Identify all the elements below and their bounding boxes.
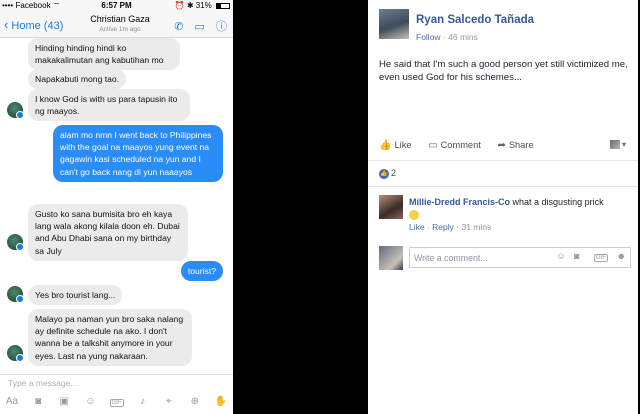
video-call-icon[interactable]: ▭ xyxy=(195,21,205,33)
gif-icon[interactable]: GIF xyxy=(109,396,125,408)
avatar xyxy=(609,140,620,150)
post-meta: Follow · 46 mins xyxy=(416,32,478,42)
comment-text: what a disgusting prick xyxy=(512,197,604,207)
avatar[interactable] xyxy=(7,286,24,303)
comment-tools: ☺ ◙ GIF ☻ xyxy=(550,251,626,263)
comment-like-link[interactable]: Like xyxy=(409,222,425,232)
message-bubble: Malayo pa naman yun bro saka nalang ay d… xyxy=(28,309,192,366)
like-count: 2 xyxy=(391,168,397,178)
post-timestamp[interactable]: 46 mins xyxy=(448,32,478,42)
sticker-icon[interactable]: ☺ xyxy=(82,396,98,408)
gallery-icon[interactable]: ▣ xyxy=(56,396,72,408)
ios-status-bar: •••• Facebook ⌔ 6:57 PM ⏰ ✱ 31% xyxy=(0,0,233,12)
avatar[interactable] xyxy=(7,345,24,362)
phone-icon[interactable]: ✆ xyxy=(174,21,183,33)
active-status: Active 1m ago xyxy=(99,26,141,33)
more-icon[interactable]: ⊕ xyxy=(187,396,203,408)
like-reaction-icon: 👍 xyxy=(379,168,389,179)
facebook-post-panel: Ryan Salcedo Tañada Follow · 46 mins He … xyxy=(368,0,638,414)
contact-name: Christian Gaza xyxy=(90,14,150,24)
comment-author[interactable]: Millie-Dredd Francis-Co xyxy=(409,197,510,207)
chevron-left-icon: ‹ xyxy=(4,17,9,32)
comment-time[interactable]: 31 mins xyxy=(461,222,491,232)
bluetooth-icon: ✱ xyxy=(186,1,194,10)
alarm-icon: ⏰ xyxy=(174,1,185,10)
gif-icon[interactable]: GIF xyxy=(588,251,608,262)
post-as-selector[interactable]: ▾ xyxy=(609,140,626,150)
smile-emoji-icon xyxy=(409,209,419,220)
comment-reply-link[interactable]: Reply xyxy=(432,222,454,232)
thumbs-up-icon: 👍 xyxy=(379,140,392,151)
viewer-avatar xyxy=(379,246,403,270)
message-thread[interactable]: Hinding hinding hindi ko makakalimutan a… xyxy=(0,38,233,374)
location-icon[interactable]: ⌖ xyxy=(161,396,177,408)
battery-indicator: ⏰ ✱ 31% xyxy=(175,1,230,10)
messenger-panel: •••• Facebook ⌔ 6:57 PM ⏰ ✱ 31% ‹ Home (… xyxy=(0,0,233,414)
share-button[interactable]: ➦ Share xyxy=(497,140,533,151)
write-comment-input[interactable]: Write a comment... ☺ ◙ GIF ☻ xyxy=(409,247,631,268)
contact-info[interactable]: Christian Gaza Active 1m ago xyxy=(70,14,170,33)
post-author[interactable]: Ryan Salcedo Tañada xyxy=(416,14,534,26)
author-avatar[interactable] xyxy=(379,9,409,39)
avatar[interactable] xyxy=(7,102,24,119)
post-text: He said that I'm such a good person yet … xyxy=(379,59,628,83)
message-bubble: alam mo nmn I went back to Philippines w… xyxy=(53,125,223,182)
message-bubble: Yes bro tourist lang... xyxy=(28,285,123,306)
composer-toolbar: Aa ◙ ▣ ☺ GIF ♪ ⌖ ⊕ ✋ xyxy=(4,396,229,408)
comment-button[interactable]: ▭ Comment xyxy=(428,140,481,151)
camera-icon[interactable]: ◙ xyxy=(574,251,579,261)
share-icon: ➦ xyxy=(497,140,506,151)
like-button[interactable]: 👍 Like xyxy=(379,140,412,151)
commenter-avatar[interactable] xyxy=(379,195,403,219)
back-button[interactable]: ‹ Home (43) xyxy=(4,17,63,32)
header-actions: ✆ ▭ ⓘ xyxy=(166,18,227,34)
divider xyxy=(368,160,638,161)
message-bubble: Napakabuti mong tao. xyxy=(28,69,127,90)
reaction-summary[interactable]: 👍 2 xyxy=(379,168,396,179)
message-composer: Type a message... Aa ◙ ▣ ☺ GIF ♪ ⌖ ⊕ ✋ xyxy=(0,374,233,414)
follow-link[interactable]: Follow xyxy=(416,32,441,42)
message-bubble: tourist? xyxy=(180,261,223,282)
message-bubble: I know God is with us para tapusin ito n… xyxy=(28,89,190,122)
text-icon[interactable]: Aa xyxy=(4,396,20,408)
info-icon[interactable]: ⓘ xyxy=(216,21,227,33)
message-bubble: Hinding hinding hindi ko makakalimutan a… xyxy=(28,38,180,71)
sticker-icon[interactable]: ☻ xyxy=(617,251,626,261)
mic-icon[interactable]: ♪ xyxy=(135,396,151,408)
camera-icon[interactable]: ◙ xyxy=(30,396,46,408)
message-input[interactable]: Type a message... xyxy=(8,378,77,388)
comment-meta: Like · Reply · 31 mins xyxy=(409,222,492,232)
chevron-down-icon: ▾ xyxy=(621,140,626,149)
message-bubble: Gusto ko sana bumisita bro eh kaya lang … xyxy=(28,204,188,261)
post-actions: 👍 Like ▭ Comment ➦ Share xyxy=(379,140,548,151)
comment-icon: ▭ xyxy=(428,140,438,151)
avatar[interactable] xyxy=(7,234,24,251)
conversation-header: ‹ Home (43) Christian Gaza Active 1m ago… xyxy=(0,12,233,38)
comment: Millie-Dredd Francis-Co what a disgustin… xyxy=(409,196,631,220)
battery-icon xyxy=(216,2,230,9)
emoji-icon[interactable]: ☺ xyxy=(556,251,565,261)
divider xyxy=(368,186,638,187)
thumbs-up-icon[interactable]: ✋ xyxy=(213,396,229,408)
